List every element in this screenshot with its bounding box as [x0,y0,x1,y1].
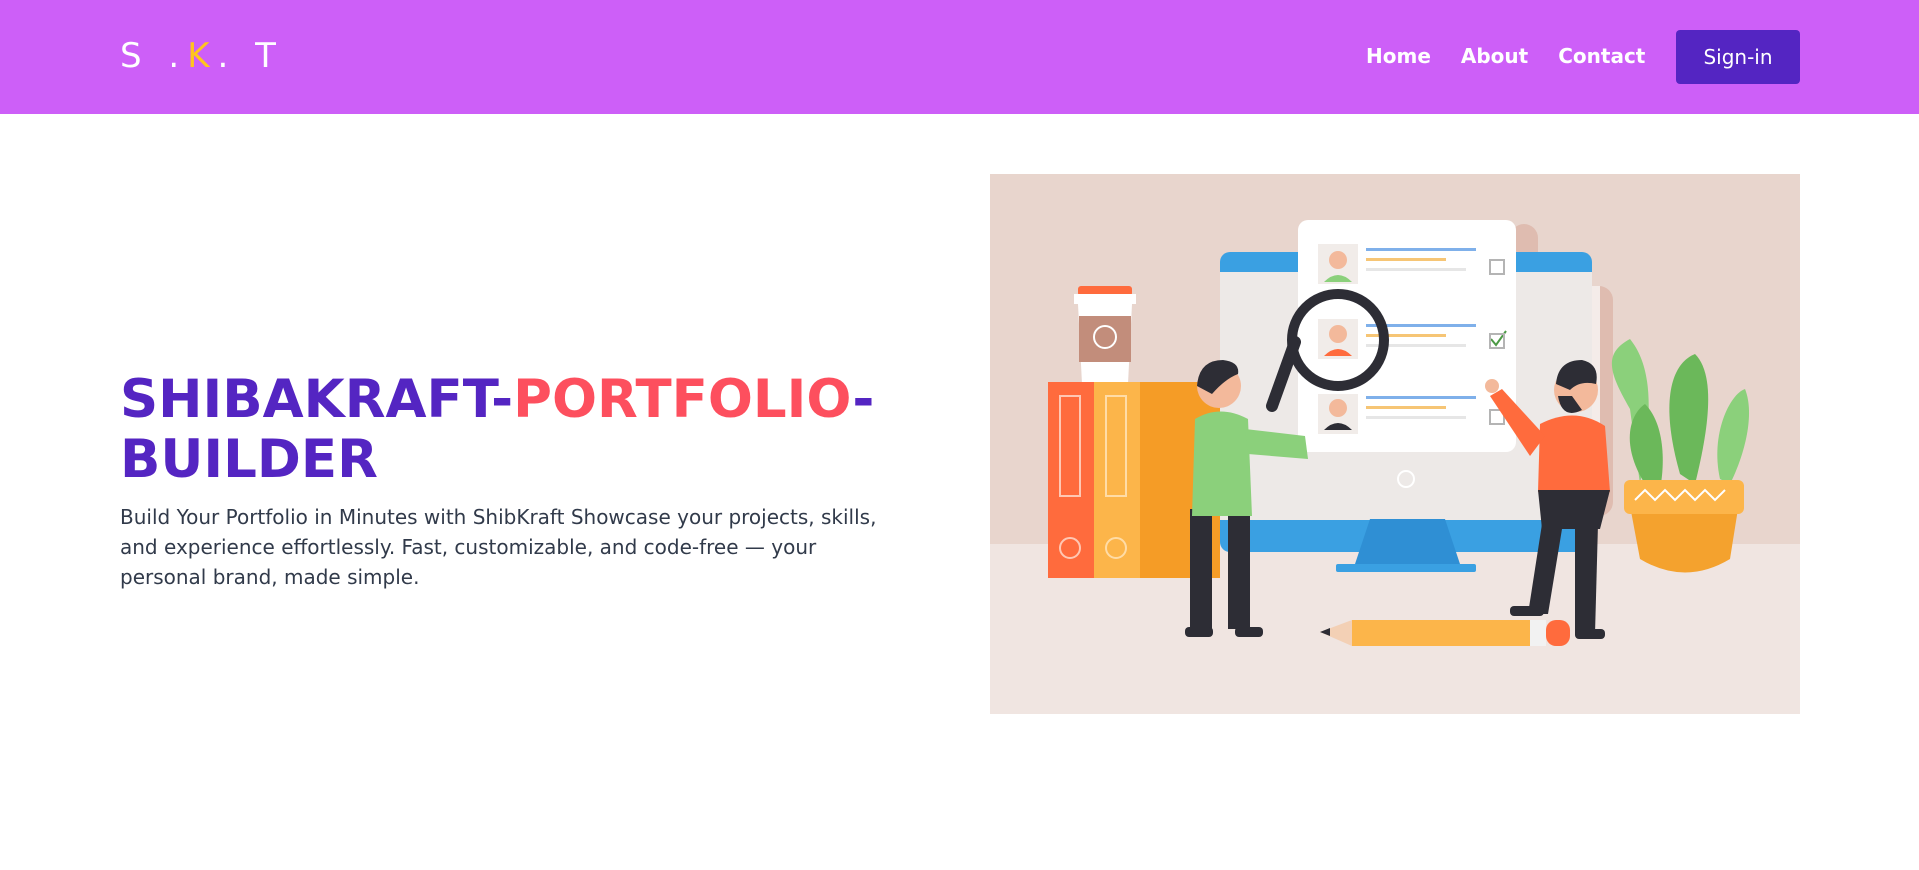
pencil-illustration [1320,620,1570,646]
profile-card-illustration [1298,220,1516,452]
main-nav: Home About Contact [1366,41,1645,71]
hero-description: Build Your Portfolio in Minutes with Shi… [120,505,877,589]
nav-link-home[interactable]: Home [1366,41,1431,71]
brand-logo-first: S . [120,36,188,76]
navbar: S .K. T Home About Contact Sign-in [0,0,1919,114]
hero-title-highlight: PORTFOLIO [513,369,853,430]
brand-logo[interactable]: S .K. T [120,36,284,76]
brand-logo-last: . T [217,36,284,76]
brand-logo-accent: K [187,36,218,76]
signin-button[interactable]: Sign-in [1676,30,1800,84]
nav-link-about[interactable]: About [1461,41,1528,71]
coffee-cup-illustration [1074,286,1136,384]
nav-link-contact[interactable]: Contact [1558,41,1645,71]
hero-title-part1: SHIBAKRAFT- [120,369,514,430]
hero-illustration [990,174,1800,714]
hero-title: SHIBAKRAFT-PORTFOLIO-BUILDER [120,370,880,490]
